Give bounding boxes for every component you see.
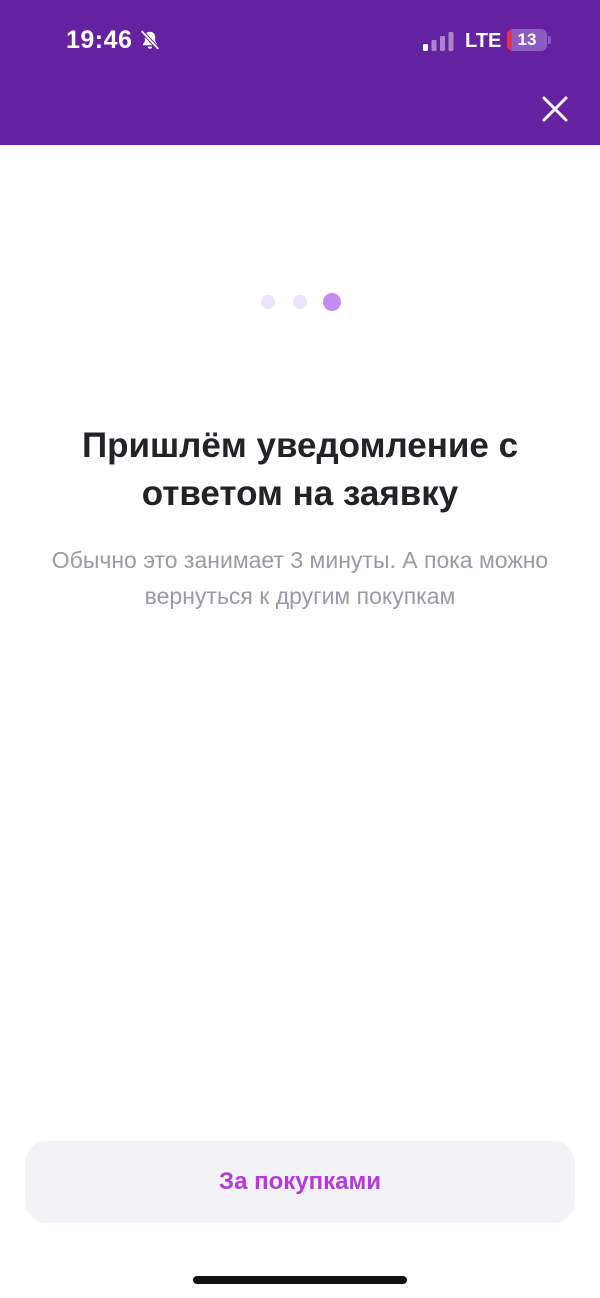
battery-tip (548, 36, 551, 44)
battery-icon: 13 (507, 29, 547, 51)
home-indicator[interactable] (193, 1276, 407, 1284)
pager-dots (0, 292, 600, 312)
bell-slash-icon (140, 29, 160, 51)
pager-dot (293, 295, 307, 309)
close-icon (542, 96, 568, 122)
battery-level: 13 (517, 30, 537, 49)
continue-shopping-button[interactable]: За покупками (25, 1141, 575, 1223)
page-title: Пришлём уведомление с ответом на заявку (81, 426, 519, 513)
network-type: LTE (465, 30, 502, 52)
pager-dot (261, 295, 275, 309)
page-subtitle: Обычно это занимает 3 минуты. А пока мож… (51, 547, 549, 609)
header-bar: 19:46 LTE 13 (0, 0, 600, 145)
status-time: 19:46 (66, 26, 133, 54)
signal-bars-icon (423, 32, 454, 51)
close-button[interactable] (536, 90, 574, 128)
pager-dot-active (323, 293, 341, 311)
